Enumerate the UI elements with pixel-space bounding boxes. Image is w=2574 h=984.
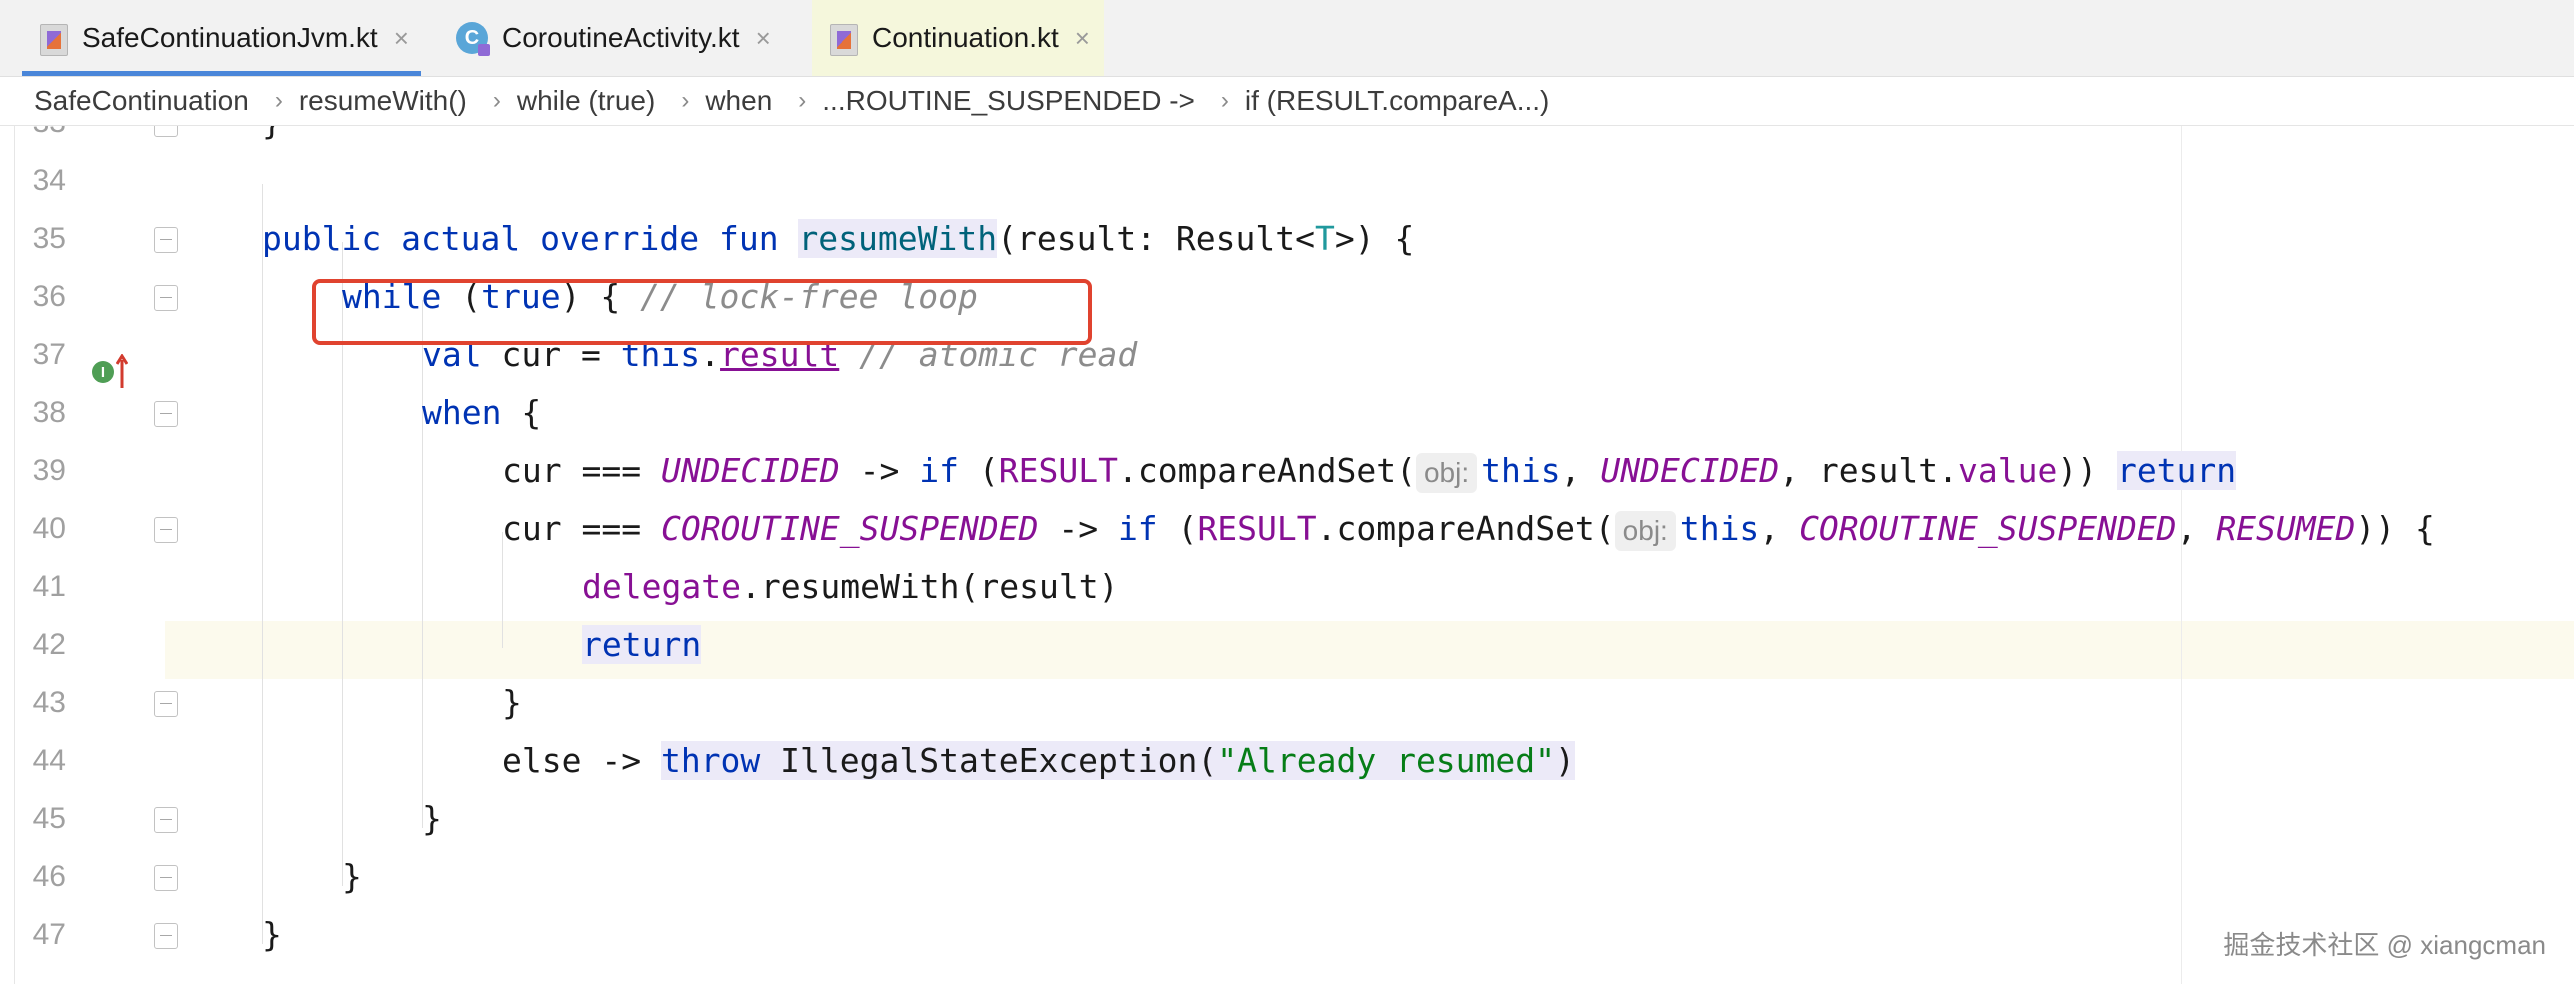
fold-marker-icon[interactable]	[154, 401, 178, 427]
line-number: 34	[32, 164, 66, 197]
breadcrumb-item[interactable]: resumeWith()	[299, 85, 467, 117]
breadcrumb-item[interactable]: if (RESULT.compareA...)	[1245, 85, 1549, 117]
highlight-annotation-box	[312, 279, 1092, 345]
fold-marker-icon[interactable]	[154, 691, 178, 717]
chevron-right-icon: ›	[1220, 87, 1229, 114]
code-text: }	[342, 857, 362, 896]
code-text: cur === UNDECIDED -> if (RESULT.compareA…	[502, 442, 2237, 500]
code-text: return	[582, 625, 702, 664]
code-line: 39 cur === UNDECIDED -> if (RESULT.compa…	[0, 442, 2574, 500]
code-line: 44 else -> throw IllegalStateException("…	[0, 732, 2574, 790]
tab-label: CoroutineActivity.kt	[502, 22, 740, 53]
line-number: 36	[32, 280, 66, 313]
close-icon[interactable]: ×	[756, 23, 771, 54]
chevron-right-icon: ›	[274, 87, 283, 114]
line-number: 42	[32, 628, 66, 661]
fold-marker-icon[interactable]	[154, 865, 178, 891]
code-text: }	[422, 799, 442, 838]
code-line: 43 }	[0, 674, 2574, 732]
code-line: 38 when {	[0, 384, 2574, 442]
code-editor[interactable]: I 33 } 34 35 public actual override fun …	[0, 126, 2574, 984]
line-number: 46	[32, 860, 66, 893]
code-line-current: 42 return	[0, 616, 2574, 674]
tab-continuation[interactable]: Continuation.kt ×	[812, 0, 1104, 76]
breadcrumb-item[interactable]: ...ROUTINE_SUSPENDED ->	[822, 85, 1195, 117]
line-number: 45	[32, 802, 66, 835]
code-text: delegate.resumeWith(result)	[582, 567, 1119, 606]
watermark: 掘金技术社区 @ xiangcman	[2223, 930, 2546, 960]
fold-marker-icon[interactable]	[154, 285, 178, 311]
code-text: public actual override fun resumeWith(re…	[262, 219, 1415, 258]
kotlin-file-icon	[826, 20, 860, 56]
code-line: 33 }	[0, 126, 2574, 152]
fold-marker-icon[interactable]	[154, 227, 178, 253]
kotlin-class-icon: C	[456, 20, 490, 56]
chevron-right-icon: ›	[492, 87, 501, 114]
code-line: 47 }	[0, 906, 2574, 964]
tab-coroutineactivity[interactable]: C CoroutineActivity.kt ×	[450, 0, 783, 76]
chevron-right-icon: ›	[681, 87, 690, 114]
code-line: 35 public actual override fun resumeWith…	[0, 210, 2574, 268]
code-line: 40 cur === COROUTINE_SUSPENDED -> if (RE…	[0, 500, 2574, 558]
line-number: 37	[32, 338, 66, 371]
code-text: }	[262, 915, 282, 954]
breadcrumb: SafeContinuation › resumeWith() › while …	[0, 77, 2574, 126]
code-text: }	[502, 683, 522, 722]
code-line: 41 delegate.resumeWith(result)	[0, 558, 2574, 616]
editor-tab-bar: SafeContinuationJvm.kt × C CoroutineActi…	[0, 0, 2574, 77]
line-number: 39	[32, 454, 66, 487]
code-text: }	[262, 126, 282, 152]
close-icon[interactable]: ×	[394, 23, 409, 54]
fold-marker-icon[interactable]	[154, 923, 178, 949]
code-line: 34	[0, 152, 2574, 210]
line-number: 40	[32, 512, 66, 545]
line-number: 33	[14, 126, 66, 152]
close-icon[interactable]: ×	[1075, 23, 1090, 54]
parameter-hint: obj:	[1415, 452, 1478, 493]
line-number: 47	[32, 918, 66, 951]
parameter-hint: obj:	[1614, 510, 1676, 551]
tab-label: SafeContinuationJvm.kt	[82, 22, 378, 53]
fold-marker-icon[interactable]	[154, 807, 178, 833]
code-text: else -> throw IllegalStateException("Alr…	[502, 741, 1575, 780]
line-number: 43	[32, 686, 66, 719]
line-number: 41	[32, 570, 66, 603]
tab-label: Continuation.kt	[872, 22, 1059, 53]
code-line: 46 }	[0, 848, 2574, 906]
tab-safecontinuationjvm[interactable]: SafeContinuationJvm.kt ×	[22, 0, 421, 76]
kotlin-file-icon	[36, 20, 70, 56]
line-number: 44	[32, 744, 66, 777]
breadcrumb-item[interactable]: while (true)	[517, 85, 655, 117]
breadcrumb-item[interactable]: when	[705, 85, 772, 117]
fold-marker-icon[interactable]	[154, 517, 178, 543]
code-text: cur === COROUTINE_SUSPENDED -> if (RESUL…	[502, 500, 2435, 558]
chevron-right-icon: ›	[798, 87, 807, 114]
breadcrumb-item[interactable]: SafeContinuation	[34, 85, 249, 117]
line-number: 35	[32, 222, 66, 255]
fold-marker-icon[interactable]	[154, 126, 178, 137]
code-line: 45 }	[0, 790, 2574, 848]
code-text: when {	[422, 393, 542, 432]
line-number: 38	[32, 396, 66, 429]
